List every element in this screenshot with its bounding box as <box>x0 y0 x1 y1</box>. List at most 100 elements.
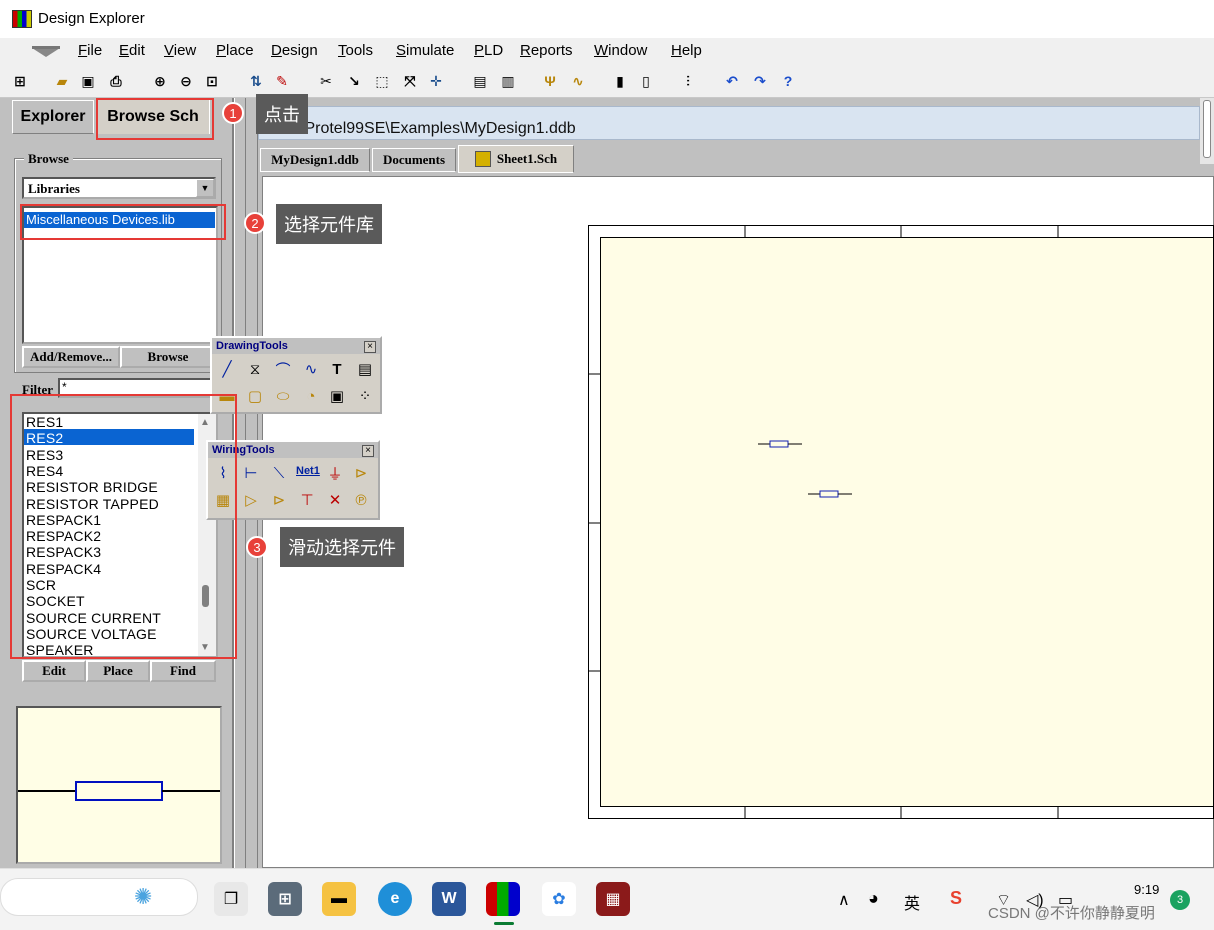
browse-button[interactable]: Browse <box>120 346 216 368</box>
winrar-icon[interactable]: ▦ <box>596 882 630 916</box>
hierarchy-icon[interactable]: ⇅ <box>246 70 266 92</box>
graphic-tool-icon[interactable]: ▣ <box>326 385 348 407</box>
open-folder-icon[interactable]: ▰ <box>52 70 72 92</box>
pencil-icon[interactable]: ✎ <box>272 70 292 92</box>
close-icon[interactable]: × <box>362 445 374 457</box>
zoom-in-icon[interactable]: ⊕ <box>150 70 170 92</box>
bezier-tool-icon[interactable]: ∿ <box>300 358 322 380</box>
find-button[interactable]: Find <box>150 660 216 682</box>
tab-sheet1-sch[interactable]: Sheet1.Sch <box>458 145 574 173</box>
save-icon[interactable]: ▣ <box>78 70 98 92</box>
component-preview <box>16 706 222 864</box>
annotation-label-2: 选择元件库 <box>276 204 382 244</box>
polygon-tool-icon[interactable]: ⧖ <box>244 358 266 380</box>
menu-design[interactable]: Design <box>271 42 318 59</box>
menu-help[interactable]: Help <box>671 42 702 59</box>
help-icon[interactable]: ? <box>778 70 798 92</box>
cut-icon[interactable]: ✂ <box>316 70 336 92</box>
calculator-icon[interactable]: ⊞ <box>268 882 302 916</box>
app-icon <box>12 10 32 28</box>
part-tool-icon[interactable]: ⊳ <box>268 489 290 511</box>
jellyfish-icon: ✺ <box>134 884 153 909</box>
edge-icon[interactable]: e <box>378 882 412 916</box>
annotation-box-browse-tab <box>96 98 214 140</box>
print-icon[interactable]: ⎙ <box>106 70 126 92</box>
baidu-netdisk-icon[interactable]: ✿ <box>542 882 576 916</box>
net-label-tool[interactable]: Net1 <box>296 465 320 477</box>
sheet-entry-icon[interactable]: ▷ <box>240 489 262 511</box>
book-edit-icon[interactable]: ▯ <box>636 70 656 92</box>
rounded-rect-icon[interactable]: ▢ <box>244 385 266 407</box>
deselect-icon[interactable]: ⤧ <box>400 70 420 92</box>
select-arrow-icon[interactable]: ↘ <box>344 70 364 92</box>
menu-pld[interactable]: PLD <box>474 42 503 59</box>
resistor-r2-icon[interactable] <box>808 486 852 504</box>
grid-icon[interactable]: ⫶ <box>678 70 698 92</box>
edit-button[interactable]: Edit <box>22 660 86 682</box>
undo-icon[interactable]: ↶ <box>722 70 742 92</box>
component-icon[interactable]: ▤ <box>470 70 490 92</box>
menu-file[interactable]: File <box>78 42 102 59</box>
resistor-r1-icon[interactable] <box>758 436 802 454</box>
line-tool-icon[interactable]: ╱ <box>216 358 238 380</box>
text-frame-icon[interactable]: ▤ <box>354 358 376 380</box>
tab-documents[interactable]: Documents <box>372 148 456 172</box>
add-remove-button[interactable]: Add/Remove... <box>22 346 120 368</box>
move-icon[interactable]: ✛ <box>426 70 446 92</box>
pie-tool-icon[interactable]: ◔ <box>300 385 322 407</box>
menu-simulate[interactable]: Simulate <box>396 42 454 59</box>
place-button[interactable]: Place <box>86 660 150 682</box>
zoom-fit-icon[interactable]: ⊡ <box>202 70 222 92</box>
pcb-layout-icon[interactable]: ℗ <box>350 489 372 511</box>
document-scroll-thumb[interactable] <box>1203 100 1211 158</box>
zoom-out-icon[interactable]: ⊖ <box>176 70 196 92</box>
chevron-down-icon[interactable]: ▼ <box>196 179 214 197</box>
port-tool-icon[interactable]: ⊳ <box>350 462 372 484</box>
active-app-indicator <box>494 922 514 925</box>
array-tool-icon[interactable]: ⁘ <box>354 385 376 407</box>
design-manager-icon[interactable]: ⊞ <box>10 70 30 92</box>
ellipse-tool-icon[interactable]: ⬭ <box>272 385 294 407</box>
annotation-number-3: 3 <box>246 536 268 558</box>
qq-icon[interactable]: ◕ <box>868 888 879 909</box>
menu-place[interactable]: Place <box>216 42 254 59</box>
annotation-box-components <box>10 394 237 659</box>
no-erc-icon[interactable]: ✕ <box>324 489 346 511</box>
book-icon[interactable]: ▮ <box>610 70 630 92</box>
menu-view[interactable]: View <box>164 42 196 59</box>
notification-badge[interactable]: 3 <box>1170 890 1190 910</box>
file-explorer-icon[interactable]: ▬ <box>322 882 356 916</box>
ground-tool-icon[interactable]: ⏚ <box>324 462 346 484</box>
sogou-icon[interactable]: S <box>950 888 962 909</box>
ime-indicator[interactable]: 英 <box>904 890 920 914</box>
protel-icon[interactable] <box>486 882 520 916</box>
menu-tools[interactable]: Tools <box>338 42 373 59</box>
clock-time[interactable]: 9:19 <box>1134 882 1159 897</box>
library-icon[interactable]: ▥ <box>498 70 518 92</box>
menu-window[interactable]: Window <box>594 42 647 59</box>
probe-icon[interactable]: Ψ <box>540 70 560 92</box>
browse-type-select[interactable]: Libraries <box>22 177 216 199</box>
arc-tool-icon[interactable]: ⌒ <box>272 358 294 380</box>
tab-mydesign1-ddb[interactable]: MyDesign1.ddb <box>260 148 370 172</box>
schematic-icon <box>474 151 491 167</box>
menu-edit[interactable]: Edit <box>119 42 145 59</box>
word-icon[interactable]: W <box>432 882 466 916</box>
redo-icon[interactable]: ↷ <box>750 70 770 92</box>
text-tool-icon[interactable]: T <box>326 358 348 380</box>
close-icon[interactable]: × <box>364 341 376 353</box>
menu-arrow-icon[interactable] <box>30 43 62 59</box>
chevron-up-icon[interactable]: ∧ <box>838 890 850 910</box>
tab-sheet1-label: Sheet1.Sch <box>496 151 558 166</box>
waveform-icon[interactable]: ∿ <box>568 70 588 92</box>
taskbar-search[interactable] <box>0 878 198 916</box>
annotation-label-1: 点击 <box>256 94 308 134</box>
sheet-zone-grid <box>588 225 1059 819</box>
junction-tool-icon[interactable]: ⊤ <box>296 489 318 511</box>
task-view-icon[interactable]: ❐ <box>214 882 248 916</box>
bus-tool-icon[interactable]: ⊢ <box>240 462 262 484</box>
tab-explorer[interactable]: Explorer <box>12 100 94 134</box>
selection-box-icon[interactable]: ⬚ <box>372 70 392 92</box>
bus-entry-icon[interactable]: ⟍ <box>268 462 290 484</box>
menu-reports[interactable]: Reports <box>520 42 573 59</box>
